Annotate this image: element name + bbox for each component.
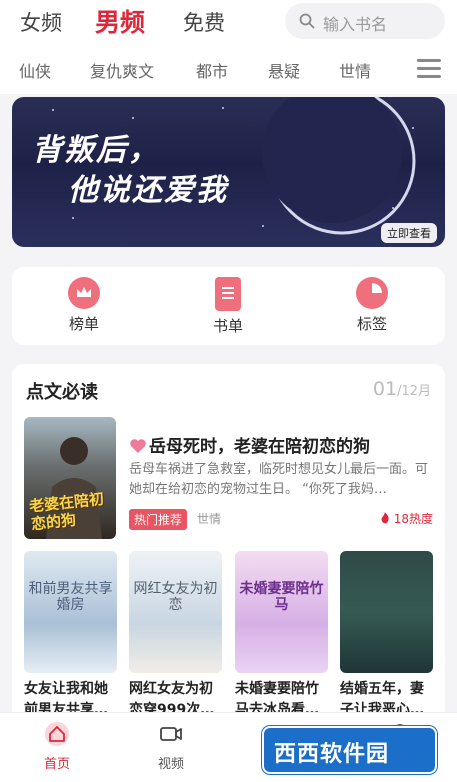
banner-title-line1: 背叛后，: [32, 133, 160, 168]
book-cover-text: 未婚妻要陪竹马: [239, 581, 324, 613]
nav-home[interactable]: 首页: [27, 721, 87, 772]
book-card[interactable]: 未婚妻要陪竹马 未婚妻要陪竹马去冰岛看…: [235, 551, 328, 721]
nav-video[interactable]: 视频: [141, 721, 201, 772]
category-suspense[interactable]: 悬疑: [268, 58, 300, 82]
category-revenge[interactable]: 复仇爽文: [90, 58, 154, 82]
nav-label: 首页: [43, 757, 70, 772]
book-cover-text: 网红女友为初恋: [133, 581, 218, 613]
featured-title[interactable]: 岳母死时，老婆在陪初恋的狗: [129, 432, 370, 457]
heat-value: 18热度: [393, 512, 433, 526]
quick-link-ranking[interactable]: 榜单: [44, 277, 124, 334]
heat-badge: 18热度: [380, 510, 433, 527]
search-icon: [299, 13, 315, 29]
pie-icon: [356, 277, 388, 309]
menu-icon[interactable]: [417, 59, 441, 79]
watermark-text: 西西软件园: [274, 742, 390, 767]
section-title: 点文必读: [26, 382, 98, 403]
search-input[interactable]: 输入书名: [285, 3, 445, 39]
book-cover: 和前男友共享婚房: [24, 551, 117, 673]
booklist-icon: [215, 277, 241, 311]
category-urban[interactable]: 都市: [196, 58, 228, 82]
tab-female[interactable]: 女频: [20, 7, 62, 37]
quick-link-booklist[interactable]: 书单: [188, 277, 268, 336]
video-icon: [160, 727, 182, 741]
book-cover: [340, 551, 433, 673]
section-date: 01/12月: [372, 378, 431, 400]
category-bar: 仙侠 复仇爽文 都市 悬疑 世情: [0, 44, 457, 94]
quick-link-label: 榜单: [68, 315, 99, 333]
hot-tag: 热门推荐: [129, 509, 188, 530]
heart-icon: [129, 438, 147, 454]
home-icon: [45, 722, 69, 746]
featured-desc: 岳母车祸进了急救室，临死时想见女儿最后一面。可她却在给初恋的宠物过生日。 “你死…: [129, 462, 429, 497]
book-cover: 网红女友为初恋: [129, 551, 222, 673]
banner[interactable]: 背叛后， 他说还爱我 立即查看: [12, 97, 445, 247]
date-day: 01: [372, 378, 398, 400]
featured-title-text: 岳母死时，老婆在陪初恋的狗: [149, 437, 370, 457]
recommend-section: 点文必读 01/12月 老婆在陪初恋的狗 岳母死时，老婆在陪初恋的狗 岳母车祸进…: [12, 364, 445, 724]
search-placeholder: 输入书名: [323, 15, 388, 34]
date-month: 12月: [401, 384, 431, 399]
quick-link-label: 书单: [212, 317, 243, 335]
flame-icon: [381, 512, 389, 524]
book-card[interactable]: 网红女友为初恋 网红女友为初恋穿999次…: [129, 551, 222, 721]
quick-link-tags[interactable]: 标签: [332, 277, 412, 334]
quick-link-label: 标签: [356, 315, 387, 333]
category-xianxia[interactable]: 仙侠: [19, 58, 51, 82]
book-card[interactable]: 和前男友共享婚房 女友让我和她前男友共享…: [24, 551, 117, 721]
top-bar: 女频 男频 免费 输入书名: [0, 0, 457, 44]
quick-links: 榜单 书单 标签: [12, 267, 445, 345]
tab-free[interactable]: 免费: [183, 7, 225, 37]
category-life[interactable]: 世情: [339, 58, 371, 82]
tab-male[interactable]: 男频: [95, 3, 145, 39]
nav-label: 视频: [157, 757, 184, 772]
banner-view-button[interactable]: 立即查看: [381, 223, 437, 243]
banner-title-line2: 他说还爱我: [68, 173, 228, 208]
book-card[interactable]: 结婚五年，妻子让我恶心…: [340, 551, 433, 721]
featured-category: 世情: [197, 512, 222, 526]
book-cover-text: 和前男友共享婚房: [28, 581, 113, 613]
book-cover: 未婚妻要陪竹马: [235, 551, 328, 673]
crown-icon: [68, 277, 100, 309]
watermark-logo: 西西软件园: [262, 726, 437, 774]
featured-cover[interactable]: 老婆在陪初恋的狗: [24, 417, 116, 539]
